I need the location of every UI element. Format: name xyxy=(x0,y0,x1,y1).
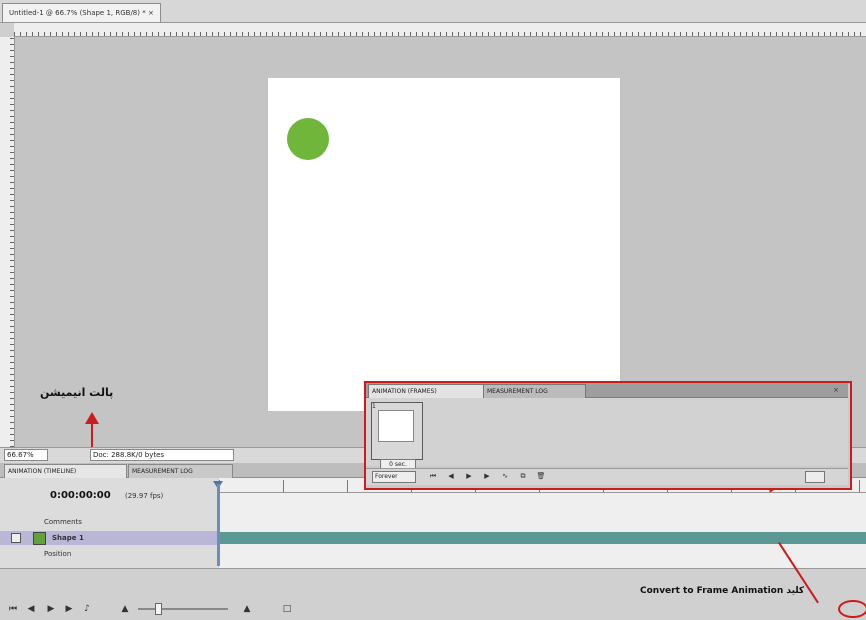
frame-panel-body xyxy=(366,398,848,466)
tween-icon[interactable]: ∿ xyxy=(500,471,510,481)
zoom-level-field[interactable]: 66.67% xyxy=(4,449,48,461)
zoom-in-icon[interactable]: ▲ xyxy=(242,604,252,614)
layer-thumbnail xyxy=(33,532,46,545)
onion-skin-icon[interactable]: □ xyxy=(282,604,292,614)
tab-measurement-log-frames[interactable]: MEASUREMENT LOG xyxy=(483,384,586,398)
horizontal-ruler xyxy=(14,23,866,37)
zoom-out-icon[interactable]: ▲ xyxy=(120,604,130,614)
close-icon[interactable]: × xyxy=(830,385,842,395)
prev-frame-icon[interactable]: ◀ xyxy=(26,604,36,614)
document-info-field[interactable]: Doc: 288.8K/0 bytes xyxy=(90,449,234,461)
play-icon[interactable]: ▶ xyxy=(464,471,474,481)
document-tab[interactable]: Untitled-1 @ 66.7% (Shape 1, RGB/8) * × xyxy=(2,3,161,22)
loop-select[interactable]: Forever xyxy=(372,471,416,483)
visibility-icon[interactable] xyxy=(11,533,21,543)
audio-icon[interactable]: ♪ xyxy=(82,604,92,614)
annotation-arrow-head-icon xyxy=(85,412,99,424)
timeline-zoom-slider[interactable] xyxy=(138,608,228,610)
row-label: Comments xyxy=(44,518,82,526)
tab-animation-timeline[interactable]: ANIMATION (TIMELINE) xyxy=(4,464,127,478)
layer-duration-bar[interactable] xyxy=(219,532,866,544)
vertical-ruler xyxy=(0,37,15,447)
convert-frame-animation-icon[interactable] xyxy=(838,600,866,618)
frame-panel-controls xyxy=(366,468,848,485)
playhead[interactable] xyxy=(217,484,220,566)
layer-name: Shape 1 xyxy=(52,534,84,542)
play-icon[interactable]: ▶ xyxy=(46,604,56,614)
first-frame-icon[interactable]: ⏮ xyxy=(8,604,18,614)
timeline-row-comments[interactable]: Comments xyxy=(0,515,866,529)
row-label: Position xyxy=(44,550,72,558)
next-frame-icon[interactable]: ▶ xyxy=(482,471,492,481)
green-circle-shape[interactable] xyxy=(287,118,329,160)
tab-animation-frames[interactable]: ANIMATION (FRAMES) xyxy=(368,384,485,398)
delete-frame-icon[interactable]: 🗑 xyxy=(536,471,546,481)
duplicate-frame-icon[interactable]: ⧉ xyxy=(518,471,528,481)
first-frame-icon[interactable]: ⏮ xyxy=(428,471,438,481)
frame-number: 1 xyxy=(372,403,376,410)
convert-annotation: Convert to Frame Animation کلید xyxy=(640,586,805,596)
convert-timeline-button[interactable] xyxy=(805,471,825,483)
animation-palette-annotation: پالت انیمیشن xyxy=(40,386,114,399)
tab-measurement-log[interactable]: MEASUREMENT LOG xyxy=(128,464,233,478)
next-frame-icon[interactable]: ▶ xyxy=(64,604,74,614)
current-timecode: 0:00:00:00 xyxy=(50,490,111,501)
prev-frame-icon[interactable]: ◀ xyxy=(446,471,456,481)
frame-rate-label: (29.97 fps) xyxy=(125,492,164,500)
frame-thumbnail xyxy=(378,410,414,442)
zoom-slider-knob[interactable] xyxy=(155,603,162,615)
timeline-row-position[interactable]: Position xyxy=(0,547,866,561)
